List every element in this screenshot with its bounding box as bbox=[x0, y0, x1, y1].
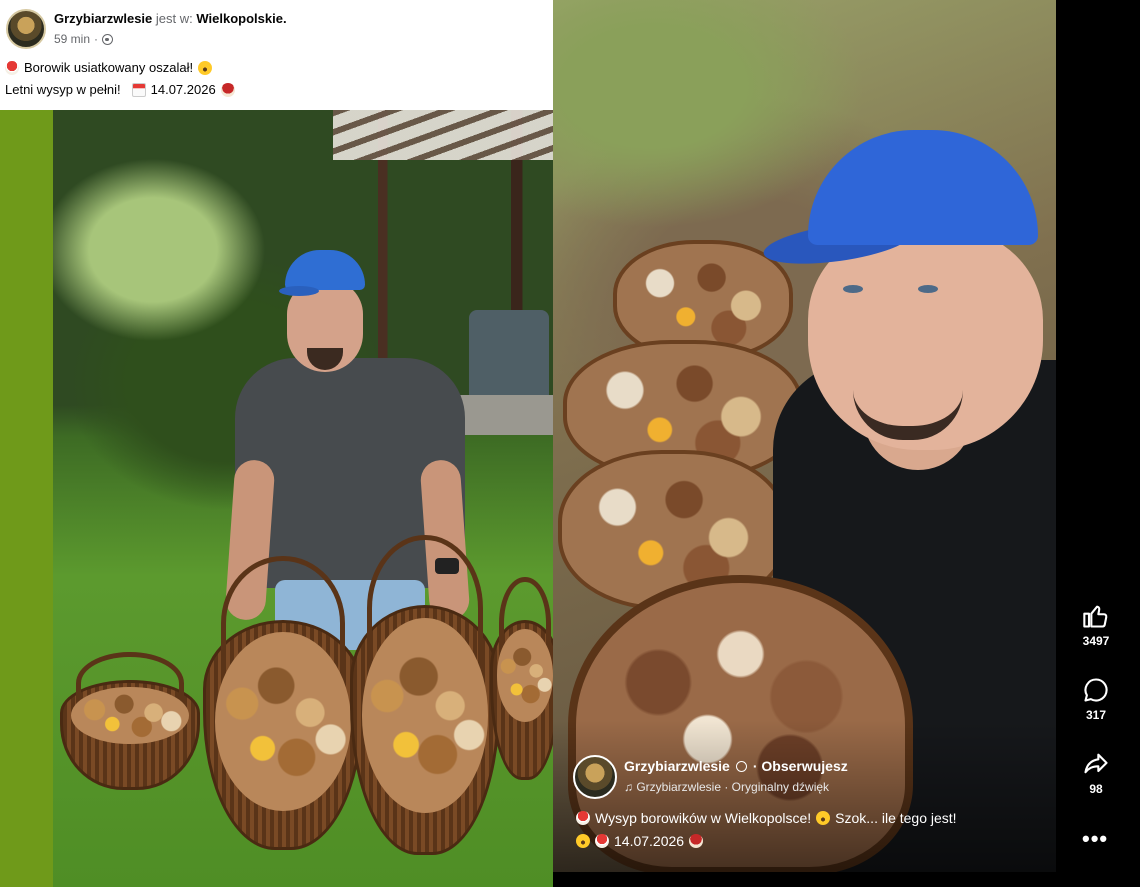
face-emoji-icon bbox=[576, 834, 590, 848]
basket-emoji-icon bbox=[689, 834, 704, 848]
reel-author: Grzybiarzwlesie · Obserwujesz bbox=[624, 758, 848, 774]
post-line2: Letni wysyp w pełni! bbox=[5, 82, 121, 97]
post-time[interactable]: 59 min bbox=[54, 32, 90, 46]
author-avatar[interactable] bbox=[6, 9, 46, 49]
post-meta: 59 min · bbox=[54, 32, 114, 46]
author-name[interactable]: Grzybiarzwlesie bbox=[54, 11, 152, 26]
post-date: 14.07.2026 bbox=[150, 82, 216, 97]
calendar-emoji-icon bbox=[131, 82, 146, 97]
reel-author-avatar[interactable] bbox=[573, 755, 617, 799]
more-icon[interactable]: ••• bbox=[1082, 826, 1108, 852]
mushroom-emoji-icon bbox=[576, 811, 590, 825]
location-link[interactable]: Wielkopolskie. bbox=[196, 11, 286, 26]
pergola-roof bbox=[333, 110, 553, 160]
shocked-emoji-icon bbox=[816, 811, 831, 825]
mushroom-emoji-icon bbox=[220, 82, 235, 97]
reel-caption-line-1: Wysyp borowików w Wielkopolsce! Szok... … bbox=[576, 810, 957, 826]
post-line1: Borowik usiatkowany oszalał! bbox=[24, 60, 194, 75]
follow-status[interactable]: · Obserwujesz bbox=[753, 758, 848, 774]
comment-button[interactable]: 317 bbox=[1068, 676, 1124, 722]
comment-icon bbox=[1084, 678, 1108, 702]
share-icon bbox=[1084, 753, 1108, 774]
post-text-line-1: Borowik usiatkowany oszalał! bbox=[5, 60, 213, 75]
like-icon bbox=[1083, 605, 1108, 628]
shocked-emoji-icon bbox=[198, 60, 213, 75]
verified-icon bbox=[735, 760, 747, 772]
like-button[interactable]: 3497 bbox=[1068, 602, 1124, 648]
share-button[interactable]: 98 bbox=[1068, 750, 1124, 796]
mushroom-emoji-icon bbox=[5, 60, 19, 75]
post-photo[interactable] bbox=[0, 110, 553, 887]
globe-icon bbox=[102, 33, 114, 45]
author-line: Grzybiarzwlesie jest w: Wielkopolskie. bbox=[54, 11, 287, 26]
blue-cap bbox=[279, 250, 365, 296]
reel-author-name[interactable]: Grzybiarzwlesie bbox=[624, 758, 730, 774]
like-count: 3497 bbox=[1082, 634, 1110, 648]
post-header: Grzybiarzwlesie jest w: Wielkopolskie. 5… bbox=[0, 0, 553, 110]
reel-caption-line-2: 14.07.2026 bbox=[576, 833, 704, 849]
green-border bbox=[0, 110, 53, 887]
blue-cap bbox=[808, 130, 1038, 245]
reel-sound[interactable]: ♫ Grzybiarzwlesie · Oryginalny dźwięk bbox=[624, 780, 829, 794]
post-text-line-2: Letni wysyp w pełni! 14.07.2026 bbox=[5, 82, 235, 97]
mushroom-emoji-icon bbox=[595, 834, 609, 848]
comment-count: 317 bbox=[1085, 708, 1107, 722]
share-count: 98 bbox=[1089, 782, 1103, 796]
is-in-text: jest w: bbox=[155, 11, 193, 26]
